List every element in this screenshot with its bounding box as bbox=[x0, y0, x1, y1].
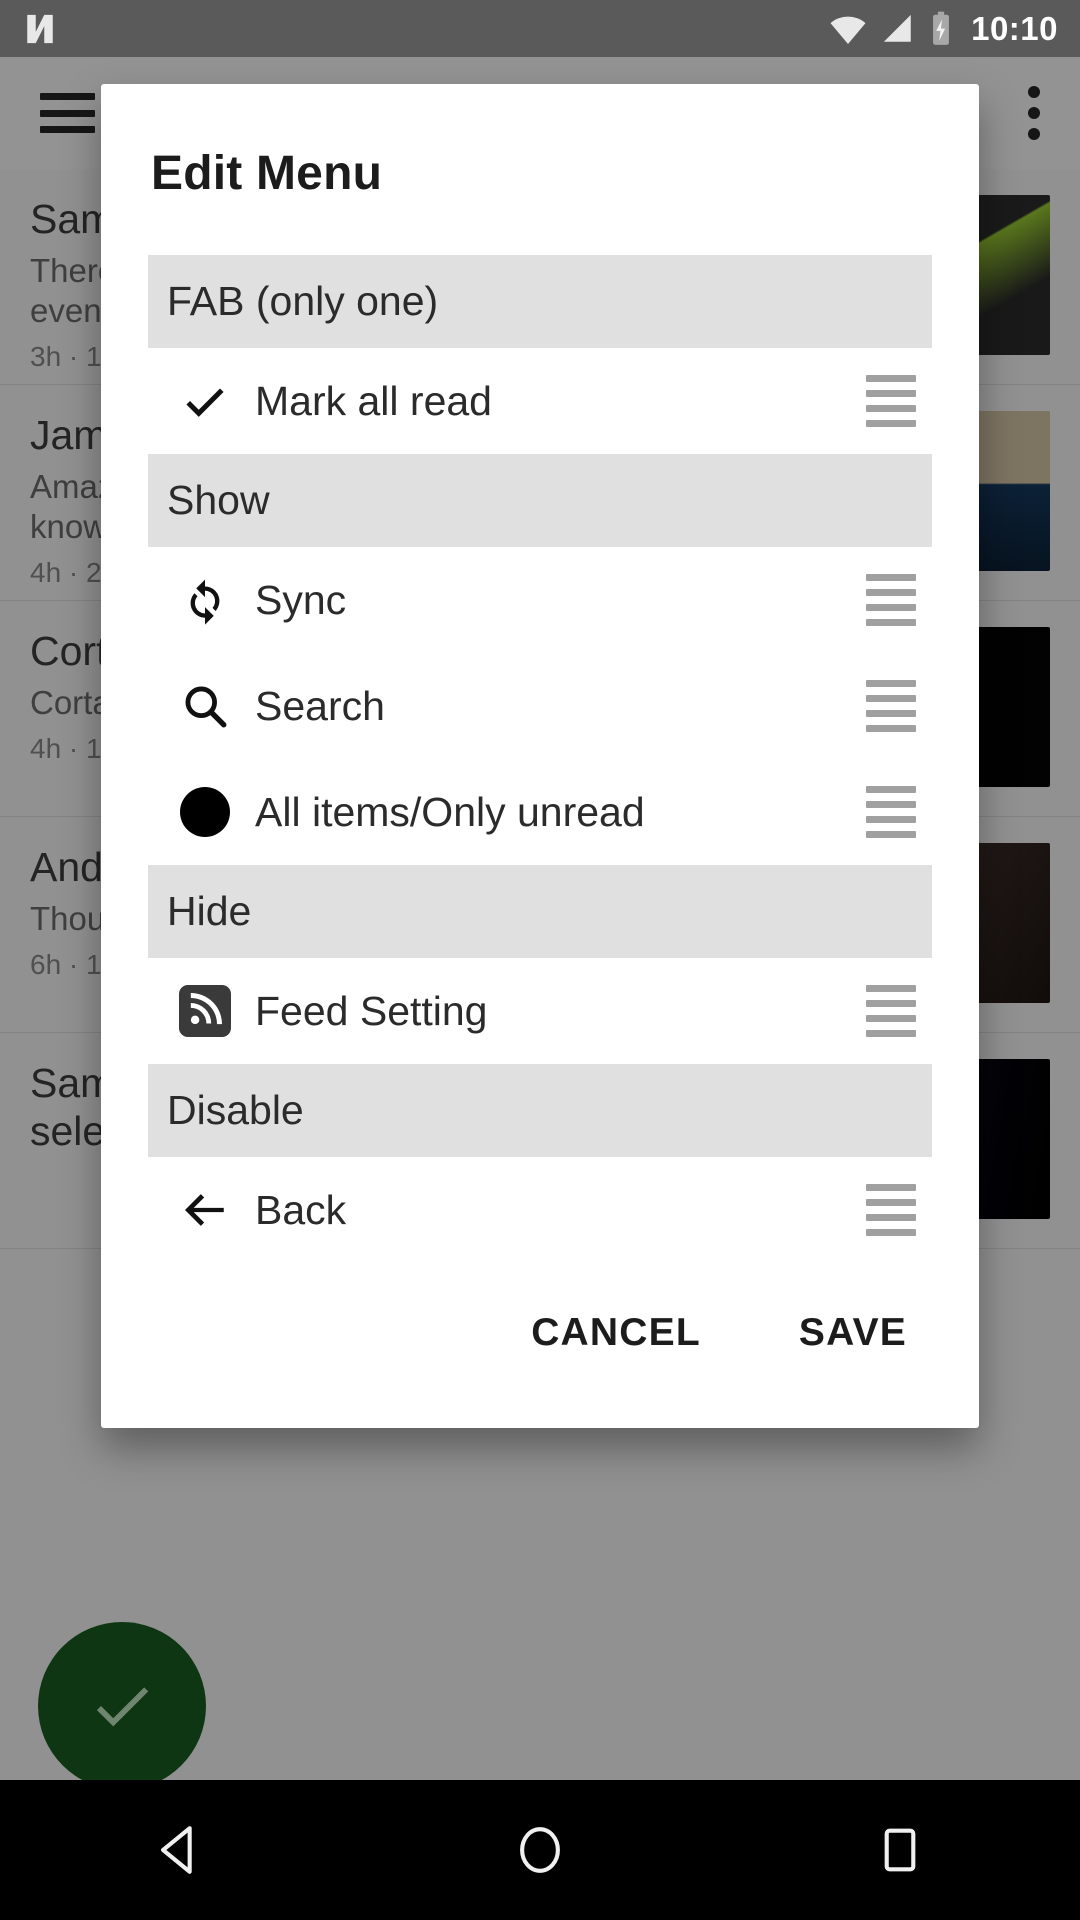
menu-row-feed-setting[interactable]: Feed Setting bbox=[148, 958, 932, 1064]
sync-icon bbox=[167, 575, 243, 625]
dialog-actions: CANCEL SAVE bbox=[101, 1278, 979, 1428]
drag-handle-icon[interactable] bbox=[866, 680, 922, 732]
save-button[interactable]: SAVE bbox=[789, 1301, 917, 1365]
section-header-disable: Disable bbox=[148, 1064, 932, 1157]
menu-row-up[interactable]: Up bbox=[148, 1263, 932, 1278]
edit-menu-dialog: Edit Menu FAB (only one) Mark all read S… bbox=[101, 84, 979, 1428]
menu-row-search[interactable]: Search bbox=[148, 653, 932, 759]
menu-row-back[interactable]: Back bbox=[148, 1157, 932, 1263]
status-icons: 10:10 bbox=[828, 10, 1058, 48]
wifi-icon bbox=[830, 16, 866, 44]
menu-row-all-items-only-unread[interactable]: All items/Only unread bbox=[148, 759, 932, 865]
check-icon bbox=[167, 376, 243, 426]
drag-handle-icon[interactable] bbox=[866, 375, 922, 427]
search-icon bbox=[167, 681, 243, 731]
dialog-body: FAB (only one) Mark all read Show Sync S… bbox=[101, 201, 979, 1278]
arrow-left-icon bbox=[167, 1185, 243, 1235]
menu-item-label: Search bbox=[255, 682, 385, 729]
square-recents-icon[interactable] bbox=[871, 1821, 929, 1879]
circle-home-icon[interactable] bbox=[511, 1821, 569, 1879]
status-clock: 10:10 bbox=[971, 9, 1058, 47]
status-bar: 10:10 bbox=[0, 0, 1080, 57]
menu-row-mark-all-read[interactable]: Mark all read bbox=[148, 348, 932, 454]
menu-item-label: Sync bbox=[255, 576, 347, 623]
section-header-hide: Hide bbox=[148, 865, 932, 958]
section-header-show: Show bbox=[148, 454, 932, 547]
menu-item-label: All items/Only unread bbox=[255, 788, 645, 835]
drag-handle-icon[interactable] bbox=[866, 574, 922, 626]
dialog-title: Edit Menu bbox=[151, 147, 383, 200]
menu-row-sync[interactable]: Sync bbox=[148, 547, 932, 653]
section-header-fab: FAB (only one) bbox=[148, 255, 932, 348]
menu-item-label: Mark all read bbox=[255, 377, 492, 424]
drag-handle-icon[interactable] bbox=[866, 1184, 922, 1236]
cancel-button[interactable]: CANCEL bbox=[521, 1301, 711, 1365]
triangle-back-icon[interactable] bbox=[151, 1821, 209, 1879]
cell-signal-icon bbox=[883, 14, 911, 42]
rss-feed-icon bbox=[167, 985, 243, 1037]
android-n-logo-icon bbox=[27, 14, 53, 43]
battery-charging-icon bbox=[933, 11, 950, 45]
drag-handle-icon[interactable] bbox=[866, 985, 922, 1037]
menu-item-label: Feed Setting bbox=[255, 987, 488, 1034]
menu-item-label: Back bbox=[255, 1186, 347, 1233]
filled-circle-icon bbox=[167, 787, 243, 837]
drag-handle-icon[interactable] bbox=[866, 786, 922, 838]
system-navigation-bar bbox=[0, 1780, 1080, 1920]
